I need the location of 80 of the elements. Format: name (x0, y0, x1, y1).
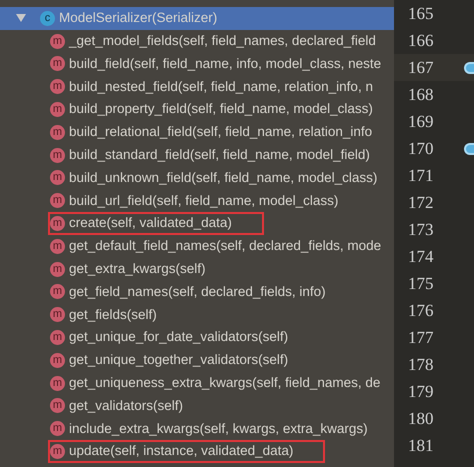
tree-item[interactable]: m get_unique_for_date_validators(self) (48, 326, 394, 349)
line-number: 176 (408, 300, 434, 322)
tree-item-label: build_url_field(self, field_name, model_class) (69, 192, 338, 210)
tree-item[interactable]: m get_default_field_names(self, declared_fields, mode (48, 234, 394, 258)
line-number: 173 (408, 218, 434, 241)
method-icon: m (50, 398, 65, 414)
tree-item-label: _get_model_fields(self, field_names, declared_field (69, 32, 376, 50)
method-icon: m (50, 56, 65, 72)
method-icon: m (50, 444, 65, 460)
line-number: 178 (408, 354, 434, 376)
tree-item-label: build_standard_field(self, field_name, model_field) (69, 146, 370, 164)
tree-item-label: include_extra_kwargs(self, kwargs, extra_kwargs) (69, 420, 368, 438)
line-number: 168 (408, 84, 434, 106)
tree-item-label: get_fields(self) (69, 306, 157, 324)
tree-item[interactable]: m build_property_field(self, field_name, model_class) (48, 98, 394, 121)
line-number: 166 (408, 30, 434, 52)
line-number: 181 (408, 434, 434, 457)
tree-item[interactable]: m build_unknown_field(self, field_name, model_class) (48, 166, 394, 190)
line-number: 180 (408, 408, 434, 430)
method-icon: m (50, 170, 65, 186)
line-number: 171 (408, 164, 434, 187)
line-number: 172 (408, 192, 434, 214)
tree-item-label: build_relational_field(self, field_name, relation_info (69, 123, 372, 142)
method-icon: m (50, 262, 65, 277)
method-icon: m (50, 238, 65, 254)
tree-item[interactable]: m build_url_field(self, field_name, model_class) (48, 189, 394, 212)
method-icon: m (50, 376, 65, 391)
tree-item[interactable]: m build_standard_field(self, field_name, model_field) (48, 144, 394, 167)
line-number: 169 (408, 110, 434, 133)
method-icon: m (50, 284, 65, 300)
tree-item[interactable]: m create(self, validated_data) (48, 212, 264, 235)
line-number: 170 (408, 138, 434, 160)
tree-item[interactable]: m get_fields(self) (48, 303, 394, 326)
tree-item[interactable]: m get_extra_kwargs(self) (48, 258, 394, 281)
tree-item-label: get_extra_kwargs(self) (69, 260, 206, 278)
line-number: 179 (408, 380, 434, 403)
tree-item-label: get_unique_together_validators(self) (69, 351, 288, 370)
method-icon: m (50, 79, 65, 94)
class-icon: c (40, 10, 55, 26)
method-icon: m (50, 216, 65, 232)
tree-item-label: get_field_names(self, declared_fields, info) (69, 282, 326, 301)
tree-item[interactable]: m get_unique_together_validators(self) (48, 348, 394, 372)
line-number: 177 (408, 326, 434, 349)
tree-item-label: build_unknown_field(self, field_name, model_class) (69, 168, 378, 187)
tree-item[interactable]: m build_nested_field(self, field_name, relation_info, n (48, 75, 394, 98)
method-icon: m (50, 148, 65, 163)
line-number: 175 (408, 272, 434, 295)
line-number: 165 (408, 2, 434, 25)
override-marker-icon[interactable] (464, 142, 474, 154)
tree-item[interactable]: m get_uniqueness_extra_kwargs(self, field_names, de (48, 372, 394, 395)
tree-item-label: ModelSerializer(Serializer) (59, 9, 218, 28)
tree-item[interactable]: m get_validators(self) (48, 394, 394, 418)
override-marker-icon[interactable] (464, 62, 474, 74)
tree-item-label: update(self, instance, validated_data) (69, 442, 294, 460)
line-number: 174 (408, 246, 434, 268)
tree-item-label: get_uniqueness_extra_kwargs(self, field_names, de (69, 374, 380, 392)
tree-item-label: get_default_field_names(self, declared_fields, mode (69, 237, 382, 256)
method-icon: m (50, 352, 65, 368)
tree-item-label: build_field(self, field_name, info, model_class, neste (69, 54, 382, 73)
tree-item-label: create(self, validated_data) (69, 214, 232, 232)
line-number: 167 (408, 56, 434, 79)
method-icon: m (50, 421, 65, 436)
tree-item-label: get_unique_for_date_validators(self) (69, 328, 288, 346)
tree-item-label: build_nested_field(self, field_name, relation_info, n (69, 78, 373, 96)
tree-item[interactable]: m build_relational_field(self, field_name, relation_info (48, 120, 394, 144)
tree-item-label: build_property_field(self, field_name, model_class) (69, 100, 373, 118)
method-icon: m (50, 330, 65, 346)
tree-item[interactable]: m include_extra_kwargs(self, kwargs, extra_kwargs) (48, 417, 394, 440)
tree-item[interactable]: m _get_model_fields(self, field_names, declared_field (48, 30, 394, 53)
method-icon: m (50, 193, 65, 208)
tree-item[interactable]: m build_field(self, field_name, info, model_class, neste (48, 52, 394, 76)
tree-item[interactable]: c ModelSerializer(Serializer) (0, 7, 394, 30)
method-icon: m (50, 124, 65, 140)
collapse-arrow-icon[interactable] (16, 14, 26, 22)
tree-item[interactable]: m get_field_names(self, declared_fields, info) (48, 280, 394, 304)
tree-item-label: get_validators(self) (69, 396, 184, 415)
method-icon: m (50, 102, 65, 118)
method-icon: m (50, 34, 65, 49)
method-icon: m (50, 307, 65, 322)
tree-item[interactable]: m update(self, instance, validated_data) (48, 440, 326, 463)
